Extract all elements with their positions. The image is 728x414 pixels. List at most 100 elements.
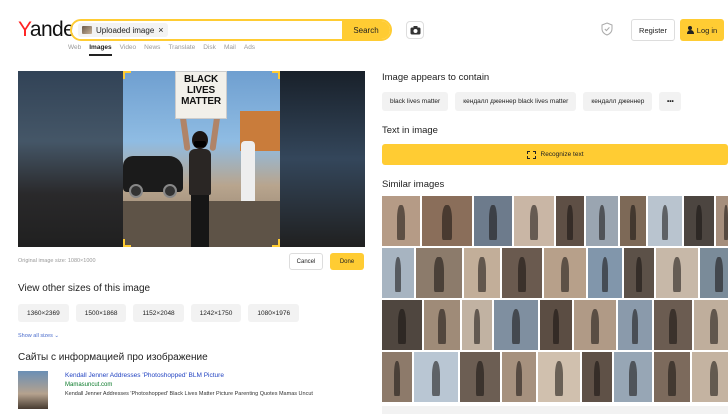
similar-image-thumbnail[interactable] <box>414 352 458 402</box>
tag-button[interactable]: кендалл дженнер <box>583 92 653 111</box>
show-all-sizes-link[interactable]: Show all sizes ⌄ <box>18 333 59 339</box>
similar-image-thumbnail[interactable] <box>460 352 500 402</box>
similar-image-thumbnail[interactable] <box>574 300 616 350</box>
similar-image-thumbnail[interactable] <box>624 248 654 298</box>
tab-news[interactable]: News <box>144 44 160 56</box>
recognize-text-button[interactable]: Recognize text <box>382 144 728 165</box>
similar-image-thumbnail[interactable] <box>582 352 612 402</box>
user-icon <box>686 26 694 34</box>
similar-image-thumbnail[interactable] <box>614 352 652 402</box>
similar-image-thumbnail[interactable] <box>648 196 682 246</box>
tag-button[interactable]: кендалл дженнер black lives matter <box>455 92 577 111</box>
camera-icon[interactable] <box>406 21 424 39</box>
similar-image-thumbnail[interactable] <box>382 300 422 350</box>
search-button[interactable]: Search <box>342 21 390 39</box>
similar-image-thumbnail[interactable] <box>694 300 728 350</box>
similar-image-thumbnail[interactable] <box>514 196 554 246</box>
tab-translate[interactable]: Translate <box>168 44 195 56</box>
similar-image-thumbnail[interactable] <box>692 352 728 402</box>
text-in-image-heading: Text in image <box>382 125 438 136</box>
similar-image-thumbnail[interactable] <box>462 300 492 350</box>
protester-figure <box>177 98 223 247</box>
service-tabs: Web Images Video News Translate Disk Mai… <box>68 44 255 56</box>
site-result-snippet: Kendall Jenner Addresses 'Photoshopped' … <box>65 391 313 397</box>
similar-image-thumbnail[interactable] <box>700 248 728 298</box>
tab-ads[interactable]: Ads <box>244 44 255 56</box>
uploaded-image-chip[interactable]: Uploaded image × <box>78 23 168 37</box>
tags-list: black lives matter кендалл дженнер black… <box>382 92 682 111</box>
sizes-list: 1360×2369 1500×1868 1152×2048 1242×1750 … <box>18 304 300 322</box>
site-result-domain[interactable]: Mamasuncut.com <box>65 382 112 388</box>
similar-image-thumbnail[interactable] <box>494 300 538 350</box>
similar-image-thumbnail[interactable] <box>684 196 714 246</box>
similar-image-thumbnail[interactable] <box>382 196 420 246</box>
similar-images-row <box>382 248 728 298</box>
crop-handle-bottom-right[interactable] <box>272 239 280 247</box>
similar-images-more-row <box>382 406 728 414</box>
site-result-thumbnail[interactable] <box>18 371 48 409</box>
crop-area[interactable]: BLACK LIVES MATTER <box>123 71 280 247</box>
image-thumbnail-icon <box>82 26 92 34</box>
uploaded-image-preview: BLACK LIVES MATTER <box>18 71 365 247</box>
car <box>123 156 183 198</box>
similar-image-thumbnail[interactable] <box>474 196 512 246</box>
contains-heading: Image appears to contain <box>382 72 490 83</box>
similar-image-thumbnail[interactable] <box>424 300 460 350</box>
similar-image-thumbnail[interactable] <box>586 196 618 246</box>
tab-video[interactable]: Video <box>120 44 137 56</box>
similar-image-thumbnail[interactable] <box>556 196 584 246</box>
similar-image-thumbnail[interactable] <box>422 196 472 246</box>
similar-image-thumbnail[interactable] <box>618 300 652 350</box>
similar-image-thumbnail[interactable] <box>540 300 572 350</box>
similar-image-thumbnail[interactable] <box>538 352 580 402</box>
login-button[interactable]: Log in <box>680 19 724 41</box>
similar-image-thumbnail[interactable] <box>502 248 542 298</box>
search-field[interactable]: Uploaded image × <box>72 21 342 39</box>
similar-image-thumbnail[interactable] <box>656 248 698 298</box>
done-button[interactable]: Done <box>330 253 364 270</box>
similar-image-thumbnail[interactable] <box>502 352 536 402</box>
tag-button[interactable]: black lives matter <box>382 92 449 111</box>
sites-heading: Сайты с информацией про изображение <box>18 352 208 363</box>
size-option[interactable]: 1152×2048 <box>133 304 184 322</box>
crop-handle-top-right[interactable] <box>272 71 280 79</box>
similar-images-row <box>382 196 728 246</box>
similar-images-heading: Similar images <box>382 179 445 190</box>
size-option[interactable]: 1080×1976 <box>248 304 300 322</box>
crop-handle-bottom-left[interactable] <box>123 239 131 247</box>
similar-image-thumbnail[interactable] <box>654 300 692 350</box>
similar-image-thumbnail[interactable] <box>620 196 646 246</box>
site-result-title[interactable]: Kendall Jenner Addresses 'Photoshopped' … <box>65 372 224 379</box>
similar-image-thumbnail[interactable] <box>382 352 412 402</box>
similar-image-thumbnail[interactable] <box>464 248 500 298</box>
size-option[interactable]: 1242×1750 <box>190 304 242 322</box>
register-button[interactable]: Register <box>631 19 675 41</box>
tab-mail[interactable]: Mail <box>224 44 236 56</box>
similar-image-thumbnail[interactable] <box>716 196 728 246</box>
similar-image-thumbnail[interactable] <box>416 248 462 298</box>
similar-images-row <box>382 300 728 350</box>
size-option[interactable]: 1500×1868 <box>75 304 127 322</box>
similar-image-thumbnail[interactable] <box>654 352 690 402</box>
search-bar[interactable]: Uploaded image × Search <box>70 19 392 41</box>
protest-sign: BLACK LIVES MATTER <box>175 71 227 119</box>
cancel-button[interactable]: Cancel <box>289 253 323 270</box>
similar-image-thumbnail[interactable] <box>544 248 586 298</box>
similar-images-row <box>382 352 728 402</box>
shield-icon[interactable] <box>601 22 613 36</box>
text-scan-icon <box>526 150 536 159</box>
tab-disk[interactable]: Disk <box>203 44 216 56</box>
more-tags-button[interactable]: ••• <box>659 92 682 111</box>
close-icon[interactable]: × <box>158 25 163 35</box>
crop-handle-top-left[interactable] <box>123 71 131 79</box>
bystander <box>241 141 255 201</box>
other-sizes-heading: View other sizes of this image <box>18 283 151 294</box>
size-option[interactable]: 1360×2369 <box>18 304 69 322</box>
image-outside-crop-left <box>18 71 123 247</box>
tab-web[interactable]: Web <box>68 44 81 56</box>
similar-image-thumbnail[interactable] <box>588 248 622 298</box>
tab-images[interactable]: Images <box>89 44 112 56</box>
image-outside-crop-right <box>280 71 365 247</box>
original-size-text: Original image size: 1080×1000 <box>18 258 96 264</box>
similar-image-thumbnail[interactable] <box>382 248 414 298</box>
